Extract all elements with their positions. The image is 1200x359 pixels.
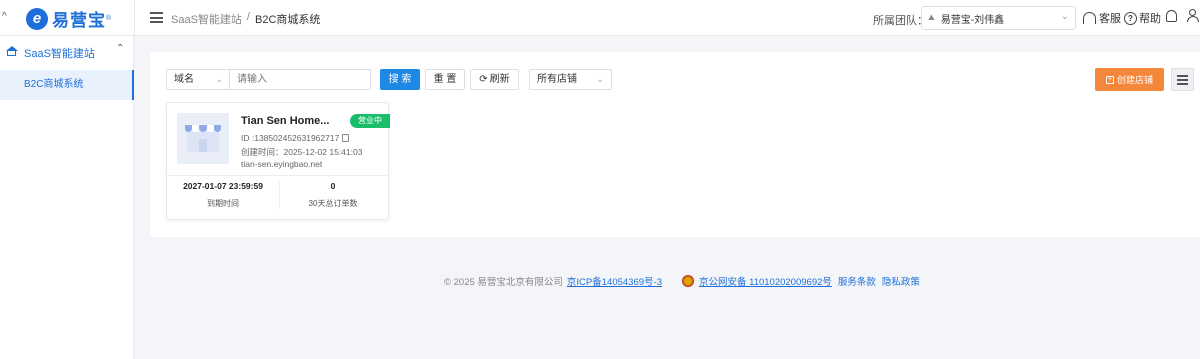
orders-label: 30天总订单数 [308, 199, 358, 208]
sidebar-group-saas[interactable]: SaaS智能建站 ⌃ [0, 40, 134, 64]
copyright-text: © 2025 易营宝北京有限公司 [444, 277, 563, 288]
breadcrumb-current: B2C商城系统 [254, 14, 321, 26]
expire-value: 2027-01-07 23:59:59 [183, 181, 263, 191]
police-record-link[interactable]: 京公网安备 11010202009692号 [699, 274, 832, 288]
team-select[interactable]: ⛰ 易营宝-刘伟鑫 ⌄ [921, 6, 1076, 30]
sidebar-group-label: SaaS智能建站 [24, 48, 95, 60]
chevron-up-icon: ⌃ [116, 43, 125, 54]
headset-icon [1083, 12, 1096, 24]
collapse-arrow-icon[interactable]: ^ [2, 11, 7, 22]
copy-icon[interactable] [342, 134, 350, 142]
privacy-link[interactable]: 隐私政策 [882, 274, 920, 288]
terms-link[interactable]: 服务条款 [838, 274, 876, 288]
orders-value: 0 [330, 181, 336, 191]
chevron-down-icon: ⌄ [596, 74, 604, 84]
store-id: ID :138502452631962717 [241, 133, 350, 143]
field-select-value: 域名 [174, 74, 194, 85]
add-store-icon: + [1105, 75, 1114, 84]
menu-toggle-icon[interactable] [150, 12, 163, 23]
bell-icon[interactable] [1166, 10, 1177, 22]
main-panel: 域名 ⌄ 搜 索 重 置 ⟳刷新 所有店铺 ⌄ + 创建店铺 Tian Sen … [150, 52, 1200, 237]
breadcrumb-separator: / [246, 11, 250, 23]
breadcrumb: SaaS智能建站 / B2C商城系统 [171, 11, 320, 27]
search-button[interactable]: 搜 索 [380, 69, 420, 90]
top-bar: ^ e 易营宝 ® SaaS智能建站 / B2C商城系统 所属团队： ⛰ 易营宝… [0, 0, 1200, 36]
reset-button[interactable]: 重 置 [425, 69, 465, 90]
team-icon: ⛰ [928, 13, 935, 22]
shop-icon [177, 113, 229, 164]
store-created-time: 创建时间：2025-12-02 15:41:03 [241, 147, 363, 157]
chevron-down-icon: ⌄ [215, 74, 223, 84]
refresh-button[interactable]: ⟳ 刷新 [470, 69, 519, 90]
store-id-text: ID :138502452631962717 [241, 133, 340, 143]
help-button[interactable]: ? 帮助 [1124, 10, 1161, 26]
team-value: 易营宝-刘伟鑫 [940, 14, 1005, 26]
create-store-button[interactable]: + 创建店铺 [1095, 68, 1164, 91]
store-name[interactable]: Tian Sen Home... [241, 115, 329, 127]
logo-text: 易营宝 [52, 11, 106, 30]
header-divider [134, 0, 135, 36]
logo-mark: e [26, 7, 48, 30]
search-input[interactable] [229, 69, 371, 90]
field-select[interactable]: 域名 ⌄ [166, 69, 230, 90]
store-filter-select[interactable]: 所有店铺 ⌄ [529, 69, 612, 90]
support-label: 客服 [1099, 13, 1121, 25]
card-divider [167, 175, 388, 176]
list-view-icon[interactable] [1171, 68, 1194, 91]
store-card[interactable]: Tian Sen Home... 营业中 ID :138502452631962… [166, 102, 390, 220]
home-icon [5, 46, 18, 56]
police-badge-icon [681, 275, 694, 287]
store-filter-value: 所有店铺 [537, 74, 577, 85]
support-button[interactable]: 客服 [1083, 10, 1121, 26]
icp-link[interactable]: 京ICP备14054369号-3 [567, 274, 662, 288]
status-badge: 营业中 [350, 114, 390, 128]
help-icon: ? [1124, 11, 1137, 25]
expire-label: 到期时间 [207, 199, 239, 208]
store-domain: tian-sen.eyingbao.net [241, 159, 323, 169]
sidebar-item-b2c[interactable]: B2C商城系统 [0, 70, 134, 100]
refresh-label: 刷新 [489, 74, 510, 85]
footer: © 2025 易营宝北京有限公司 京ICP备14054369号-3 京公网安备 … [444, 274, 920, 288]
logo-registered-mark: ® [106, 15, 112, 22]
refresh-icon: ⟳ [479, 74, 488, 85]
app-logo[interactable]: e 易营宝 ® [26, 6, 111, 31]
help-label: 帮助 [1139, 13, 1161, 25]
create-store-label: 创建店铺 [1116, 75, 1153, 85]
sidebar: SaaS智能建站 ⌃ B2C商城系统 [0, 36, 134, 359]
user-icon[interactable] [1186, 9, 1200, 24]
chevron-down-icon: ⌄ [1060, 11, 1069, 22]
breadcrumb-root[interactable]: SaaS智能建站 [171, 11, 242, 27]
team-label: 所属团队： [873, 15, 928, 27]
